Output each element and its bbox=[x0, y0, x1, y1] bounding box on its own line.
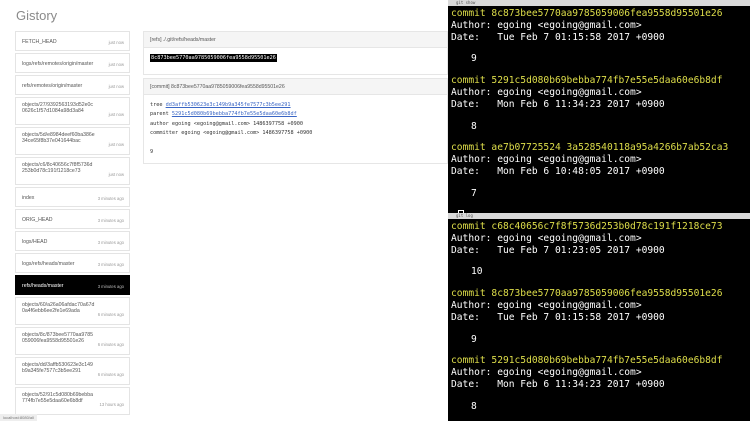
sidebar-item[interactable]: logs/HEAD 3 minutes ago bbox=[15, 231, 130, 251]
commit-line: commit ae7b07725524 3a528540118a95a4266b… bbox=[451, 142, 729, 154]
commit-line: commit c68c40656c7f8f5736d253b0d78c191f1… bbox=[451, 221, 723, 232]
author-line: Author: egoing <egoing@gmail.com> bbox=[451, 19, 642, 31]
sidebar-item-time: just now bbox=[108, 62, 124, 67]
sidebar-item-time: 6 minutes ago bbox=[97, 311, 124, 317]
status-bar: localhost:8080/all bbox=[0, 414, 37, 421]
sidebar-item-time: just now bbox=[108, 141, 124, 147]
ref-panel: [refs] ./.git/refs/heads/master 8c873bee… bbox=[143, 31, 448, 75]
sidebar-item-time: 3 minutes ago bbox=[97, 240, 124, 245]
commit-message: 8 bbox=[471, 120, 477, 132]
sidebar-item[interactable]: refs/remotes/origin/master just now bbox=[15, 75, 130, 95]
commit-line: commit 8c873bee5770aa9785059006fea9558d9… bbox=[451, 8, 723, 19]
date-line: Date: Tue Feb 7 01:15:58 2017 +0900 bbox=[451, 311, 665, 323]
sidebar-item[interactable]: index 3 minutes ago bbox=[15, 187, 130, 207]
author-line: Author: egoing <egoing@gmail.com> bbox=[451, 367, 642, 379]
commit-panel-body: tree dd3affb530623e3c149b9a345fe7577c3b5… bbox=[144, 95, 447, 163]
commit-line: commit 8c873bee5770aa9785059006fea9558d9… bbox=[451, 288, 723, 300]
date-line: Date: Mon Feb 6 11:34:23 2017 +0900 bbox=[451, 98, 665, 110]
sidebar-item[interactable]: objects/dd/3affb530623e3c149b9a345fe7577… bbox=[15, 357, 130, 385]
author-line: Author: egoing <egoing@gmail.com> bbox=[451, 232, 642, 244]
committer-line: committer egoing <egoing@gmail.com> 1486… bbox=[150, 130, 313, 137]
author-line: Author: egoing <egoing@gmail.com> bbox=[451, 299, 642, 311]
sidebar-item[interactable]: objects/27/9392563193d52e0c0626c1f57d108… bbox=[15, 97, 130, 125]
date-line: Date: Tue Feb 7 01:15:58 2017 +0900 bbox=[451, 31, 665, 43]
date-line: Date: Tue Feb 7 01:23:05 2017 +0900 bbox=[451, 244, 665, 256]
tree-link[interactable]: dd3affb530623e3c149b9a345fe7577c3b5ee291 bbox=[166, 102, 291, 108]
gistory-app: Gistory FETCH_HEAD just now logs/refs/remo… bbox=[0, 0, 448, 421]
sidebar-item-time: just now bbox=[108, 84, 124, 89]
commit-message: 9 bbox=[471, 53, 477, 65]
sidebar-item-time: 13 hours ago bbox=[99, 401, 124, 407]
parent-link[interactable]: 5291c5d080b69bebba774fb7e55e5daa60e6b8df bbox=[172, 111, 297, 117]
sidebar-item-time: 6 minutes ago bbox=[97, 341, 124, 347]
commit-panel: [commit] 8c873bee5770aa9785059006fea9558… bbox=[143, 78, 448, 164]
desktop: Gistory FETCH_HEAD just now logs/refs/remo… bbox=[0, 0, 750, 421]
sidebar-item-time: just now bbox=[108, 40, 124, 45]
author-line: Author: egoing <egoing@gmail.com> bbox=[451, 86, 642, 98]
sidebar-item[interactable]: objects/8c/873bee5770aa9785059006fea9558… bbox=[15, 327, 130, 355]
terminal-top[interactable]: git show commit 8c873bee5770aa9785059006… bbox=[448, 0, 750, 213]
parent-line: parent 5291c5d080b69bebba774fb7e55e5daa6… bbox=[150, 111, 297, 118]
sidebar-item-time: 3 minutes ago bbox=[97, 284, 124, 289]
ref-hash[interactable]: 8c873bee5770aa9785059006fea9558d95501e26 bbox=[150, 54, 277, 62]
terminal-bottom[interactable]: git log commit c68c40656c7f8f5736d253b0d… bbox=[448, 213, 750, 421]
commit-message: 8 bbox=[471, 400, 477, 412]
sidebar-item[interactable]: objects/52/91c5d080b69bebba774fb7e55e5da… bbox=[15, 387, 130, 415]
sidebar: FETCH_HEAD just now logs/refs/remotes/orig… bbox=[15, 31, 130, 421]
date-line: Date: Mon Feb 6 11:34:23 2017 +0900 bbox=[451, 378, 665, 390]
sidebar-item[interactable]: logs/refs/remotes/origin/master just now bbox=[15, 53, 130, 73]
sidebar-item[interactable]: objects/5d/e8984deef60ba386e34ce65f8b37e… bbox=[15, 127, 130, 155]
date-line: Date: Mon Feb 6 10:48:05 2017 +0900 bbox=[451, 165, 665, 177]
author-line: Author: egoing <egoing@gmail.com> bbox=[451, 154, 642, 166]
terminal-top-output: commit 8c873bee5770aa9785059006fea9558d9… bbox=[448, 6, 750, 213]
tree-line: tree dd3affb530623e3c149b9a345fe7577c3b5… bbox=[150, 102, 291, 108]
sidebar-item[interactable]: ORIG_HEAD 3 minutes ago bbox=[15, 209, 130, 229]
ref-panel-body: 8c873bee5770aa9785059006fea9558d95501e26 bbox=[144, 48, 447, 69]
commit-panel-header: [commit] 8c873bee5770aa9785059006fea9558… bbox=[144, 79, 447, 95]
commit-line: commit 5291c5d080b69bebba774fb7e55e5daa6… bbox=[451, 355, 723, 367]
sidebar-item-time: just now bbox=[108, 171, 124, 177]
commit-message: 9 bbox=[471, 333, 477, 345]
sidebar-item[interactable]: objects/c6/8c40656c7f8f5736d253b0d78c191… bbox=[15, 157, 130, 185]
sidebar-item-time: just now bbox=[108, 111, 124, 117]
sidebar-item-time: 3 minutes ago bbox=[97, 196, 124, 201]
author-line: author egoing <egoing@gmail.com> 1486397… bbox=[150, 120, 304, 127]
sidebar-item-time: 3 minutes ago bbox=[97, 262, 124, 267]
terminal-bottom-output: commit c68c40656c7f8f5736d253b0d78c191f1… bbox=[448, 219, 750, 421]
sidebar-item-time: 3 minutes ago bbox=[97, 218, 124, 223]
sidebar-item[interactable]: objects/60/a26a06afdac70a67d0a4f6ebb6ee2… bbox=[15, 297, 130, 325]
commit-message: 9 bbox=[150, 148, 154, 155]
commit-message: 7 bbox=[471, 187, 477, 199]
ref-panel-header: [refs] ./.git/refs/heads/master bbox=[144, 32, 447, 48]
commit-line: commit 5291c5d080b69bebba774fb7e55e5daa6… bbox=[451, 75, 723, 87]
app-title: Gistory bbox=[16, 8, 58, 23]
commit-message: 10 bbox=[471, 266, 483, 278]
sidebar-item[interactable]: refs/heads/master 3 minutes ago bbox=[15, 275, 130, 295]
sidebar-item[interactable]: FETCH_HEAD just now bbox=[15, 31, 130, 51]
sidebar-item-time: 6 minutes ago bbox=[97, 371, 124, 377]
sidebar-item[interactable]: logs/refs/heads/master 3 minutes ago bbox=[15, 253, 130, 273]
